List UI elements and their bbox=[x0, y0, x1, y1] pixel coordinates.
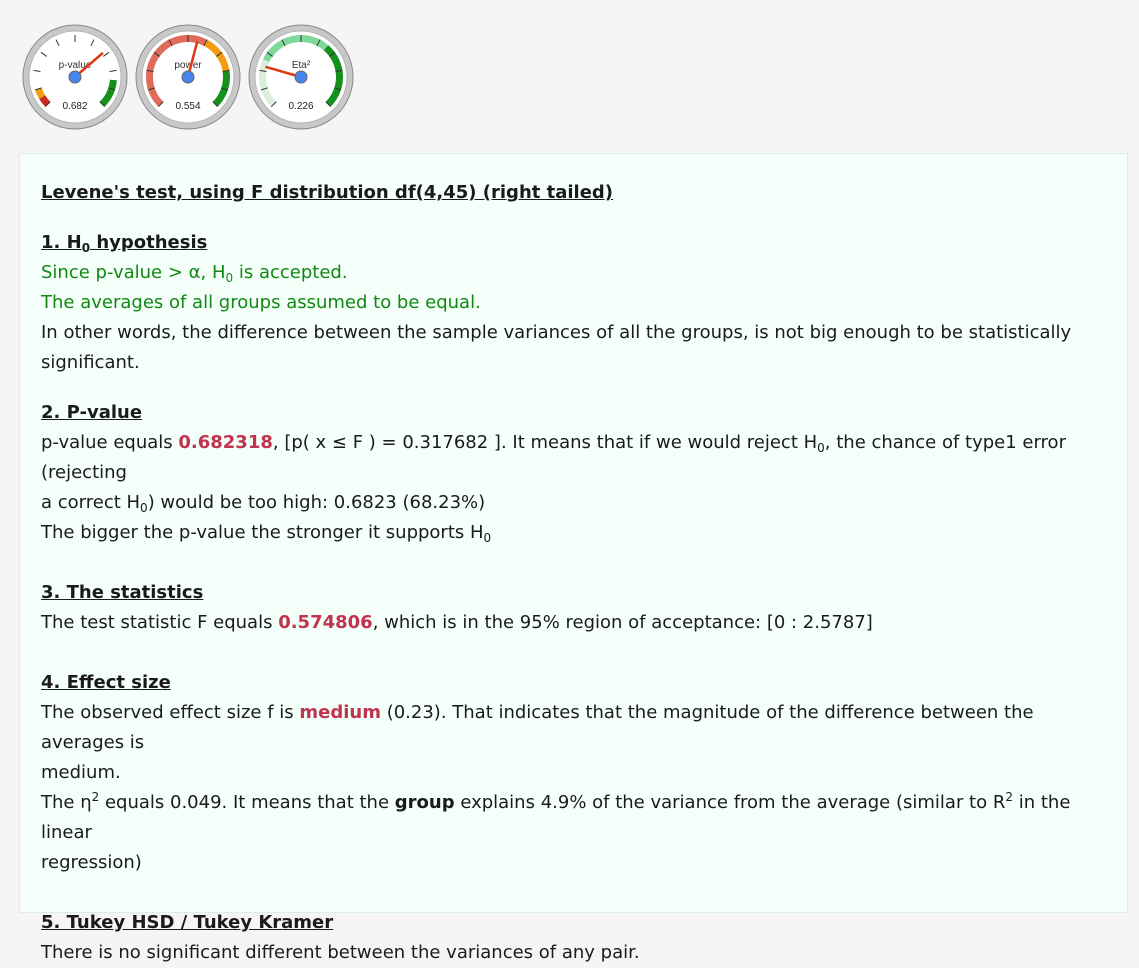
tukey-result: There is no significant different betwee… bbox=[41, 942, 640, 963]
hypothesis-explanation-cont: significant. bbox=[41, 352, 140, 373]
p-value-gauge: p-value 0.682 bbox=[22, 24, 128, 130]
gauge-hub bbox=[294, 70, 308, 84]
results-content: Levene's test, using F distribution df(4… bbox=[41, 178, 1111, 968]
hypothesis-heading: 1. H0 hypothesis bbox=[41, 232, 208, 255]
eta-squared-line: The η2 equals 0.049. It means that the g… bbox=[41, 790, 1071, 843]
hypothesis-result: Since p-value > α, H0 is accepted. bbox=[41, 262, 348, 285]
hypothesis-conclusion: The averages of all groups assumed to be… bbox=[41, 292, 481, 313]
tukey-heading: 5. Tukey HSD / Tukey Kramer bbox=[41, 912, 334, 933]
power-gauge: power 0.554 bbox=[135, 24, 241, 130]
effect-size-heading: 4. Effect size bbox=[41, 672, 171, 693]
effect-size-line-cont: medium. bbox=[41, 762, 121, 783]
gauge-dial: p-value0.682 bbox=[22, 24, 128, 130]
f-statistic-value: 0.574806 bbox=[278, 612, 373, 633]
eta-squared-gauge: Eta² 0.226 bbox=[248, 24, 354, 130]
pvalue-value: 0.682318 bbox=[178, 432, 273, 453]
statistics-line: The test statistic F equals 0.574806, wh… bbox=[41, 612, 873, 633]
pvalue-line-cont: a correct H0) would be too high: 0.6823 … bbox=[41, 492, 486, 515]
effect-size-value: medium bbox=[299, 702, 381, 723]
test-title: Levene's test, using F distribution df(4… bbox=[41, 182, 614, 203]
gauge-hub bbox=[181, 70, 195, 84]
hypothesis-explanation: In other words, the difference between t… bbox=[41, 322, 1072, 343]
gauge-label: Eta² bbox=[292, 60, 311, 71]
gauge-value: 0.682 bbox=[62, 101, 87, 112]
group-term: group bbox=[394, 792, 455, 813]
gauge-hub bbox=[68, 70, 82, 84]
gauge-band bbox=[39, 95, 51, 107]
effect-size-line: The observed effect size f is medium (0.… bbox=[41, 702, 1034, 753]
gauge-value: 0.226 bbox=[288, 101, 313, 112]
gauge-band bbox=[35, 87, 46, 99]
pvalue-heading: 2. P-value bbox=[41, 402, 143, 423]
statistics-heading: 3. The statistics bbox=[41, 582, 204, 603]
gauge-value: 0.554 bbox=[175, 101, 200, 112]
pvalue-note: The bigger the p-value the stronger it s… bbox=[41, 522, 492, 545]
eta-squared-line-cont: regression) bbox=[41, 852, 142, 873]
results-panel: Levene's test, using F distribution df(4… bbox=[19, 153, 1128, 963]
pvalue-line: p-value equals 0.682318, [p( x ≤ F ) = 0… bbox=[41, 432, 1066, 483]
gauge-dial: Eta² 0.226 bbox=[248, 24, 354, 130]
gauge-label: power bbox=[174, 60, 202, 71]
gauge-dial: power 0.554 bbox=[135, 24, 241, 130]
